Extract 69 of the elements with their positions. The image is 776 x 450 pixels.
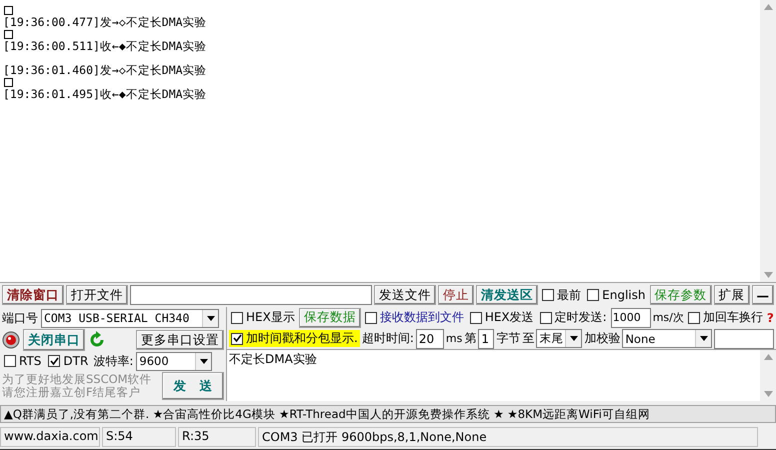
toolbar-button[interactable]: 打开文件 xyxy=(66,285,128,305)
refresh-icon[interactable] xyxy=(88,331,106,349)
baud-label: 波特率: xyxy=(93,352,134,370)
box-glyph-icon xyxy=(4,30,13,39)
marquee-text: ▲Q群满员了,没有第二个群. ★合宙高性价比4G模块 ★RT-Thread中国人的开源免费操作系统 ★ ★8KM远距离WiFi可自组网 xyxy=(0,405,776,423)
end-select[interactable]: 末尾 xyxy=(536,329,582,348)
box-glyph-icon xyxy=(4,6,13,15)
log-line: [19:36:01.495]收←◆不定长DMA实验 xyxy=(3,87,207,101)
from-label: 第 xyxy=(464,330,476,347)
checkbox[interactable]: DTR xyxy=(46,354,90,368)
timeout-field[interactable]: 20 xyxy=(416,328,444,348)
close-port-button[interactable]: 关闭串口 xyxy=(23,329,85,351)
port-label: 端口号 xyxy=(2,310,38,326)
checkbox[interactable]: English xyxy=(585,288,648,302)
toolbar-button[interactable]: 保存参数 xyxy=(650,285,712,305)
toolbar-button[interactable]: 清除窗口 xyxy=(2,285,64,305)
file-path-field[interactable] xyxy=(130,285,372,305)
status-cell: COM3 已打开 9600bps,8,1,None,None xyxy=(258,427,758,447)
log-line: [19:36:00.477]发→◇不定长DMA实验 xyxy=(3,15,207,29)
status-cell: S:54 xyxy=(102,427,176,447)
scrollbar[interactable] xyxy=(760,350,776,401)
timeout-label: 超时时间: xyxy=(362,330,414,347)
toolbar-button[interactable]: 发送文件 xyxy=(374,285,436,305)
checkmark-icon xyxy=(50,356,59,366)
checksum-field[interactable] xyxy=(714,328,774,348)
bytes-label: 字节 xyxy=(496,330,520,347)
log-line: [19:36:01.460]发→◇不定长DMA实验 xyxy=(3,63,207,77)
checkbox[interactable]: HEX显示 xyxy=(229,309,297,326)
timeout-unit: ms xyxy=(446,332,462,345)
help-icon[interactable]: ? xyxy=(766,310,774,324)
checkbox[interactable]: 加时间戳和分包显示. xyxy=(229,330,360,347)
dropdown-caret-icon[interactable] xyxy=(202,310,218,326)
checkbox[interactable]: RTS xyxy=(2,354,44,368)
send-text: 不定长DMA实验 xyxy=(229,352,317,366)
dropdown-caret-icon[interactable] xyxy=(565,330,582,347)
from-field[interactable]: 1 xyxy=(478,328,494,348)
checksum-label: 加校验 xyxy=(584,330,620,347)
scroll-down-icon[interactable] xyxy=(764,272,772,278)
log-line: [19:36:00.511]收←◆不定长DMA实验 xyxy=(3,39,207,53)
checkbox[interactable]: 定时发送: xyxy=(538,309,609,326)
scroll-up-icon[interactable] xyxy=(764,354,772,360)
send-button[interactable]: 发 送 xyxy=(162,372,224,400)
checkbox[interactable]: 加回车换行 xyxy=(686,309,765,326)
dropdown-caret-icon[interactable] xyxy=(195,352,212,370)
scrollbar[interactable] xyxy=(760,0,776,282)
dropdown-caret-icon[interactable] xyxy=(695,330,712,347)
toolbar-button[interactable]: 清发送区 xyxy=(476,285,538,305)
checkbox[interactable]: 接收数据到文件 xyxy=(362,309,466,326)
scroll-down-icon[interactable] xyxy=(764,391,772,397)
checkmark-icon xyxy=(232,334,242,343)
checkbox[interactable]: 最前 xyxy=(540,286,584,304)
baud-select[interactable]: 9600 xyxy=(136,352,212,370)
checkbox[interactable]: HEX发送 xyxy=(468,309,536,326)
box-glyph-icon xyxy=(4,78,13,87)
status-cell: www.daxia.com xyxy=(0,427,100,447)
interval-field[interactable]: 1000 xyxy=(610,308,651,328)
checksum-select[interactable]: None xyxy=(622,329,712,348)
toolbar-button[interactable]: — xyxy=(752,285,774,305)
toolbar-button[interactable]: 停止 xyxy=(438,285,474,305)
promo-text: 请您注册嘉立创F结尾客户 xyxy=(2,386,142,399)
scroll-up-icon[interactable] xyxy=(764,4,772,10)
save-data-button[interactable]: 保存数据 xyxy=(298,308,361,328)
promo-text: 为了更好地发展SSCOM软件 xyxy=(2,373,153,386)
toolbar-button[interactable]: 扩展 xyxy=(714,285,750,305)
port-select[interactable]: COM3 USB-SERIAL CH340 xyxy=(41,308,219,328)
status-cell: R:35 xyxy=(178,427,256,447)
interval-unit: ms/次 xyxy=(652,310,684,325)
to-label: 至 xyxy=(522,330,534,347)
more-settings-button[interactable]: 更多串口设置 xyxy=(136,330,224,350)
